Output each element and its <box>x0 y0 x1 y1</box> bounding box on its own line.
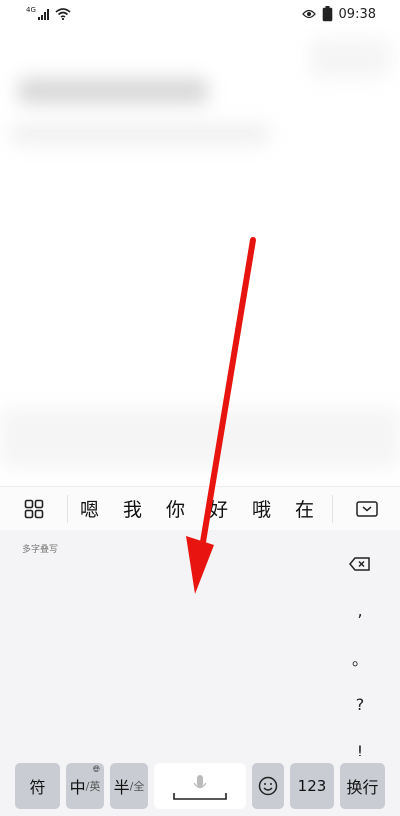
period-key[interactable]: 。 <box>338 634 382 681</box>
candidate-word[interactable]: 好 <box>197 495 240 522</box>
enter-key-label: 换行 <box>346 778 379 797</box>
chinese-label: 中 <box>69 778 86 797</box>
handwriting-mode-label: 多字叠写 <box>22 545 59 555</box>
globe-icon: 🌐︎ <box>92 765 100 775</box>
blurred-block <box>18 78 208 104</box>
punctuation-column: , 。 ? ! <box>338 540 382 775</box>
candidate-word[interactable]: 在 <box>283 495 326 522</box>
blurred-block <box>10 123 270 145</box>
language-switch-key[interactable]: 🌐︎ 中/英 <box>66 763 104 809</box>
comma-key[interactable]: , <box>338 587 382 634</box>
space-key[interactable] <box>154 763 246 809</box>
network-type-label: 4G <box>26 6 36 14</box>
keyboard-bottom-row: 符 🌐︎ 中/英 半/全 123 换行 <box>0 756 400 816</box>
half-width-label: 半 <box>113 778 130 797</box>
english-label: /英 <box>85 780 101 793</box>
width-switch-key[interactable]: 半/全 <box>110 763 148 809</box>
symbol-key-label: 符 <box>29 778 46 797</box>
emoji-key[interactable] <box>252 763 284 809</box>
smiley-icon <box>258 776 278 796</box>
candidate-word[interactable]: 哦 <box>240 495 283 522</box>
enter-key[interactable]: 换行 <box>340 763 385 809</box>
candidate-word[interactable]: 我 <box>111 495 154 522</box>
full-width-label: /全 <box>129 780 145 793</box>
status-bar: 4G 09:38 <box>0 0 400 28</box>
wifi-icon <box>55 8 71 20</box>
keyboard-collapse-icon <box>355 500 378 517</box>
blurred-block <box>310 38 390 78</box>
question-key[interactable]: ? <box>338 681 382 728</box>
candidate-list: 嗯 我 你 好 哦 在 <box>68 495 332 522</box>
grid-icon <box>24 499 43 518</box>
eye-icon <box>301 9 316 19</box>
status-left: 4G <box>26 6 71 20</box>
hide-keyboard-button[interactable] <box>332 494 400 523</box>
numeric-key[interactable]: 123 <box>290 763 334 809</box>
candidate-bar: 嗯 我 你 好 哦 在 <box>0 486 400 530</box>
screen: 4G 09:38 嗯 我 你 好 哦 在 多字叠写 , 。 ? ! 符 🌐︎ 中… <box>0 0 400 816</box>
cell-signal-icon <box>37 8 49 20</box>
candidate-word[interactable]: 你 <box>154 495 197 522</box>
status-right: 09:38 <box>301 6 376 22</box>
blurred-block <box>0 408 400 468</box>
backspace-icon <box>349 556 370 571</box>
microphone-icon <box>173 775 227 800</box>
numeric-key-label: 123 <box>297 777 327 795</box>
toolbox-button[interactable] <box>0 494 68 523</box>
clock: 09:38 <box>338 6 376 22</box>
symbol-key[interactable]: 符 <box>15 763 60 809</box>
blurred-app-content <box>0 28 400 486</box>
handwriting-pad[interactable]: 多字叠写 , 。 ? ! <box>0 530 400 761</box>
backspace-key[interactable] <box>338 540 382 587</box>
candidate-word[interactable]: 嗯 <box>68 495 111 522</box>
battery-icon <box>322 6 332 22</box>
